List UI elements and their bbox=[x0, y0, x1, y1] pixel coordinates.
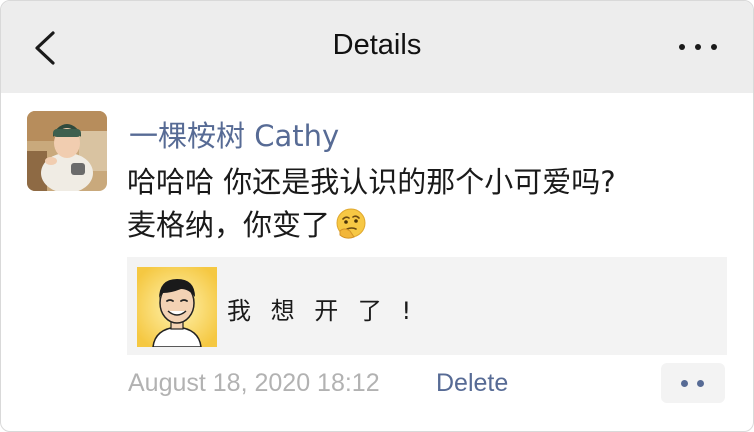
author-name[interactable]: 一棵桉树 Cathy bbox=[129, 113, 339, 155]
link-card-title: 我 想 开 了 ! bbox=[227, 297, 418, 325]
post-text-line: 麦格纳，你变了 bbox=[127, 204, 737, 253]
thinking-face-emoji bbox=[334, 207, 368, 253]
like-comment-button[interactable] bbox=[661, 363, 725, 403]
more-options-button[interactable] bbox=[673, 31, 723, 63]
post-text: 哈哈哈 你还是我认识的那个小可爱吗? 麦格纳，你变了 bbox=[127, 161, 737, 253]
shared-link-card[interactable]: 我 想 开 了 ! bbox=[127, 257, 727, 355]
moments-detail-page: Details 一棵桉树 Cathy 哈哈哈 你还是我认识的那个小可爱吗? 麦格… bbox=[0, 0, 754, 432]
post-timestamp: August 18, 2020 18:12 bbox=[128, 369, 380, 397]
post-text-line: 哈哈哈 你还是我认识的那个小可爱吗? bbox=[127, 165, 616, 199]
more-dots-icon bbox=[679, 44, 685, 50]
page-title: Details bbox=[332, 29, 422, 61]
post-text-segment: 麦格纳，你变了 bbox=[127, 208, 331, 242]
avatar-photo bbox=[27, 111, 107, 191]
delete-button[interactable]: Delete bbox=[436, 369, 508, 398]
comment-like-dots-icon bbox=[681, 380, 688, 387]
navigation-bar: Details bbox=[1, 1, 753, 93]
link-thumbnail bbox=[137, 267, 217, 347]
avatar[interactable] bbox=[27, 111, 107, 191]
